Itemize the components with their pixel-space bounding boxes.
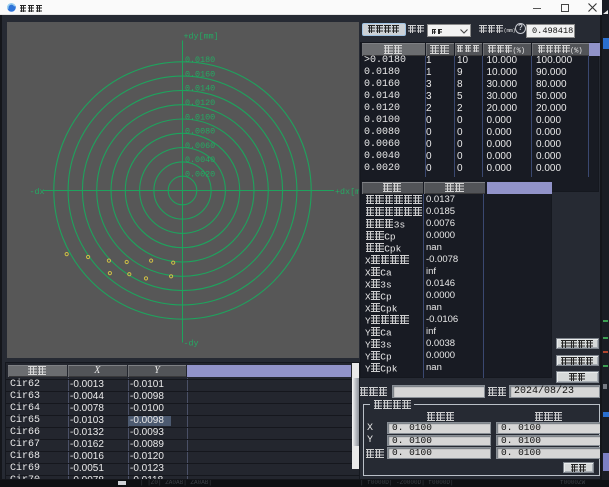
svg-text:0.0140: 0.0140 <box>185 84 215 94</box>
svg-text:0.0180: 0.0180 <box>185 55 215 65</box>
svg-text:0.0120: 0.0120 <box>185 98 215 108</box>
svg-text:-dx: -dx <box>30 187 45 197</box>
svg-text:0.0080: 0.0080 <box>185 127 215 137</box>
svg-text:0.0160: 0.0160 <box>185 69 215 79</box>
svg-text:0.0060: 0.0060 <box>185 141 215 151</box>
svg-text:+dy[mm]: +dy[mm] <box>184 32 219 42</box>
svg-text:0.0040: 0.0040 <box>185 155 215 165</box>
svg-text:0.0100: 0.0100 <box>185 112 215 122</box>
svg-text:0.0020: 0.0020 <box>185 170 215 180</box>
svg-text:+dx[m: +dx[m <box>335 187 359 197</box>
svg-text:-dy: -dy <box>184 339 199 349</box>
